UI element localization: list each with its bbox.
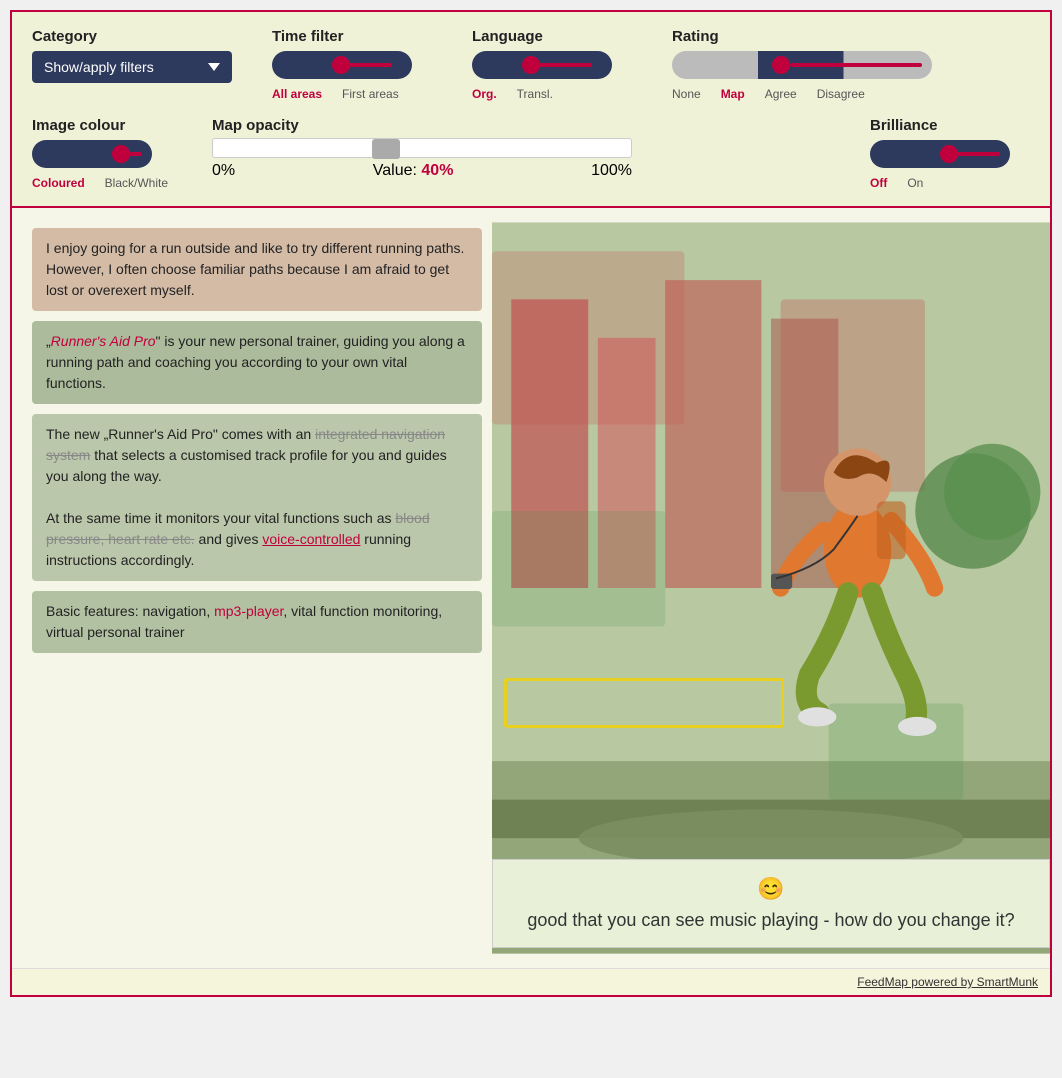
image-colour-sublabels: Coloured Black/White [32,176,172,190]
category-dropdown[interactable]: Show/apply filters [32,51,232,83]
text-block-4-content: Basic features: navigation, mp3-player, … [46,603,442,640]
category-group: Category Show/apply filters [32,28,232,83]
runner-illustration-svg [492,208,1050,968]
rating-label-disagree: Disagree [817,87,865,101]
rating-toggle-line [790,63,922,67]
text-block-3-content: The new „Runner's Aid Pro" comes with an… [46,426,447,568]
brilliance-toggle[interactable] [870,140,1010,168]
filter-row-2: Image colour Coloured Black/White Map op… [32,117,1030,190]
filter-bar: Category Show/apply filters Time filter … [12,12,1050,208]
time-sublabels: All areas First areas [272,87,432,101]
filter-row-1: Category Show/apply filters Time filter … [32,28,1030,101]
map-opacity-slider[interactable] [212,138,632,158]
time-filter-toggle[interactable] [272,51,412,79]
category-label: Category [32,28,232,45]
rating-label-map: Map [721,87,745,101]
rating-toggle-thumb [772,56,790,74]
brill-label-on: On [907,176,923,190]
main-content: I enjoy going for a run outside and like… [12,208,1050,968]
lang-toggle-thumb [522,56,540,74]
opacity-labels: 0% Value: 40% 100% [212,162,632,180]
brilliance-label: Brilliance [870,117,1030,134]
lang-label-org: Org. [472,87,497,101]
rating-toggle[interactable] [672,51,932,79]
tooltip-face: 😊 [513,876,1029,902]
opacity-slider-thumb [372,139,400,159]
time-filter-label: Time filter [272,28,432,45]
img-label-bw: Black/White [105,176,168,190]
image-colour-toggle[interactable] [32,140,152,168]
rating-label-none: None [672,87,701,101]
main-container: Category Show/apply filters Time filter … [10,10,1052,997]
footer-link[interactable]: FeedMap powered by SmartMunk [857,975,1038,989]
brilliance-group: Brilliance Off On [870,117,1030,190]
dropdown-arrow-icon [208,63,220,71]
text-block-1: I enjoy going for a run outside and like… [32,228,482,311]
time-label-all-areas: All areas [272,87,322,101]
lang-label-transl: Transl. [517,87,553,101]
text-panel: I enjoy going for a run outside and like… [12,208,492,968]
text-block-4: Basic features: navigation, mp3-player, … [32,591,482,653]
rating-group: Rating None Map Agree Disagree [672,28,952,101]
rating-label-agree: Agree [765,87,797,101]
map-opacity-group: Map opacity 0% Value: 40% 100% [212,117,830,180]
image-colour-label: Image colour [32,117,172,134]
yellow-highlight-box[interactable] [504,678,784,728]
img-toggle-thumb [112,145,130,163]
opacity-value-label: Value: 40% [373,162,454,180]
footer: FeedMap powered by SmartMunk [12,968,1050,995]
tooltip-text: good that you can see music playing - ho… [513,910,1029,931]
opacity-min-label: 0% [212,162,235,180]
image-panel: 😊 good that you can see music playing - … [492,208,1050,968]
img-label-coloured: Coloured [32,176,85,190]
brill-label-off: Off [870,176,887,190]
text-block-3: The new „Runner's Aid Pro" comes with an… [32,414,482,581]
text-block-2: „Runner's Aid Pro" is your new personal … [32,321,482,404]
tooltip-box: 😊 good that you can see music playing - … [492,859,1050,948]
text-block-1-content: I enjoy going for a run outside and like… [46,240,464,298]
opacity-max-label: 100% [591,162,632,180]
language-group: Language Org. Transl. [472,28,632,101]
opacity-value: 40% [421,162,453,179]
language-sublabels: Org. Transl. [472,87,632,101]
brill-toggle-thumb [940,145,958,163]
rating-label: Rating [672,28,952,45]
language-label: Language [472,28,632,45]
map-opacity-label: Map opacity [212,117,830,134]
language-toggle[interactable] [472,51,612,79]
rating-sublabels: None Map Agree Disagree [672,87,952,101]
image-colour-group: Image colour Coloured Black/White [32,117,172,190]
dropdown-text: Show/apply filters [44,59,154,75]
time-filter-group: Time filter All areas First areas [272,28,432,101]
time-label-first-areas: First areas [342,87,399,101]
text-block-2-content: „Runner's Aid Pro" is your new personal … [46,333,465,391]
brilliance-sublabels: Off On [870,176,1030,190]
time-toggle-thumb [332,56,350,74]
